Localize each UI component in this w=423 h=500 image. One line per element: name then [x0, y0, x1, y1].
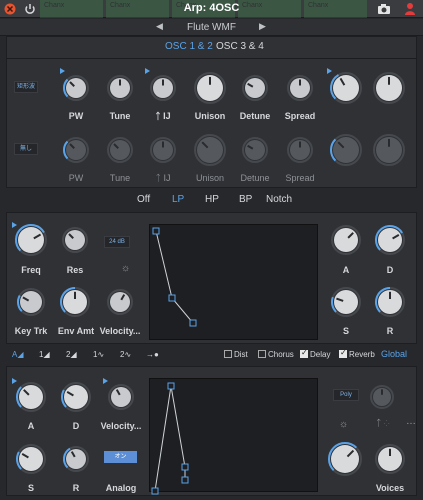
mod-indicator: [103, 378, 108, 384]
mod-indicator: [12, 222, 17, 228]
osc2-pan-knob[interactable]: [373, 134, 405, 166]
osc2-fine-knob[interactable]: [150, 137, 176, 163]
osc2-level-knob[interactable]: [330, 134, 362, 166]
osc1-pw-knob[interactable]: [63, 75, 89, 101]
mod-indicator: [145, 68, 150, 74]
voices-knob[interactable]: [375, 444, 405, 474]
res-knob[interactable]: [62, 227, 88, 253]
env-amount-knob[interactable]: [60, 287, 90, 317]
osc2-tune-knob[interactable]: [107, 137, 133, 163]
mod-indicator: [327, 68, 332, 74]
osc1-detune-knob[interactable]: [242, 75, 268, 101]
osc2-unison-knob[interactable]: [194, 134, 226, 166]
amp-envelope-handle[interactable]: [167, 382, 175, 390]
filter-sustain-knob[interactable]: [331, 287, 361, 317]
amp-attack-knob[interactable]: [16, 382, 46, 412]
amp-level-knob[interactable]: [328, 442, 362, 476]
osc1-tune-knob[interactable]: [107, 75, 133, 101]
amp-sustain-knob[interactable]: [16, 444, 46, 474]
amp-envelope-handle[interactable]: [151, 487, 159, 495]
filter-release-knob[interactable]: [375, 287, 405, 317]
osc1-pan-knob[interactable]: [373, 72, 405, 104]
filter-envelope-handle[interactable]: [168, 294, 176, 302]
key-track-knob[interactable]: [17, 288, 45, 316]
osc2-pw-knob[interactable]: [63, 137, 89, 163]
amp-envelope-handle[interactable]: [181, 476, 189, 484]
osc1-fine-knob[interactable]: [150, 75, 176, 101]
filter-envelope-handle[interactable]: [189, 319, 197, 327]
amp-envelope-line: [154, 385, 186, 492]
glide-knob[interactable]: [370, 385, 394, 409]
filter-decay-knob[interactable]: [375, 225, 405, 255]
filter-velocity-knob[interactable]: [107, 289, 133, 315]
mod-indicator: [60, 68, 65, 74]
amp-decay-knob[interactable]: [61, 382, 91, 412]
filter-envelope-line: [155, 230, 194, 324]
amp-velocity-knob[interactable]: [108, 384, 134, 410]
filter-attack-knob[interactable]: [331, 225, 361, 255]
amp-envelope-handle[interactable]: [181, 463, 189, 471]
osc1-level-knob[interactable]: [330, 72, 362, 104]
freq-knob[interactable]: [15, 224, 47, 256]
osc2-spread-knob[interactable]: [287, 137, 313, 163]
filter-envelope-handle[interactable]: [152, 227, 160, 235]
osc1-spread-knob[interactable]: [287, 75, 313, 101]
amp-release-knob[interactable]: [63, 446, 89, 472]
mod-indicator: [12, 378, 17, 384]
knobs-layer: [12, 68, 405, 495]
osc1-unison-knob[interactable]: [194, 72, 226, 104]
osc2-detune-knob[interactable]: [242, 137, 268, 163]
